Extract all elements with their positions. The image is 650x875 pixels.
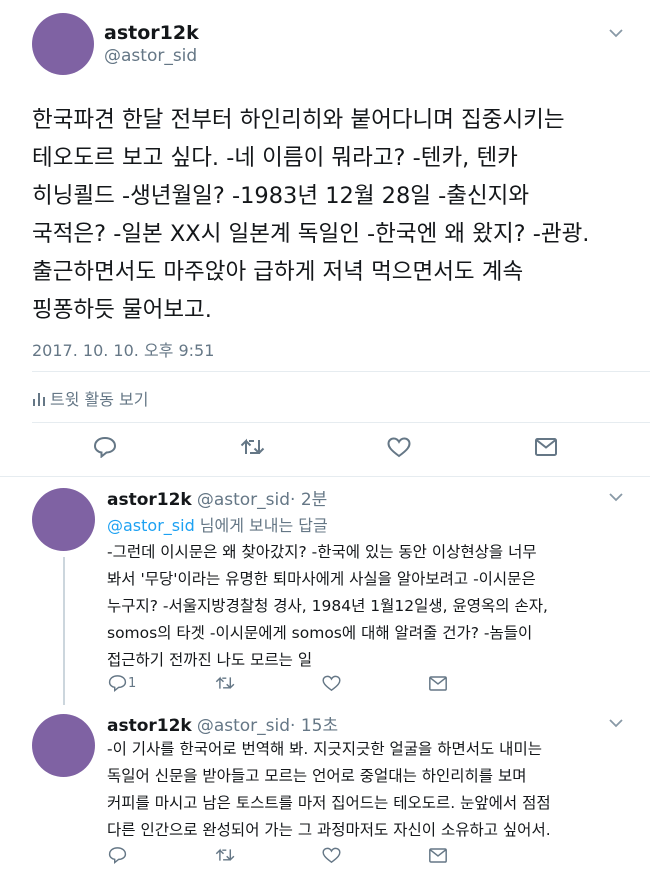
reply-text: -이 기사를 한국어로 번역해 봐. 지긋지긋한 얼굴을 하면서도 내미는 독일…: [107, 740, 551, 839]
divider: [0, 476, 650, 477]
reply-header: astor12k @astor_sid· 2분: [107, 485, 327, 510]
thread-connector: [63, 557, 65, 705]
main-avatar[interactable]: [32, 13, 94, 75]
like-icon: [387, 437, 411, 458]
message-icon: [429, 848, 447, 863]
activity-label: 트윗 활동 보기: [50, 390, 149, 409]
reply-icon: [108, 847, 127, 865]
reply-button[interactable]: [108, 846, 127, 868]
message-icon: [535, 438, 557, 456]
reply-author-name[interactable]: astor12k: [107, 490, 192, 510]
reply-time[interactable]: · 15초: [290, 716, 338, 736]
retweet-icon: [215, 848, 235, 861]
direct-message-button[interactable]: [535, 438, 557, 460]
tweet-timestamp[interactable]: 2017. 10. 10. 오후 9:51: [32, 337, 214, 361]
reply-avatar[interactable]: [32, 714, 95, 777]
main-author-handle[interactable]: @astor_sid: [104, 46, 197, 66]
reply-author-handle[interactable]: @astor_sid: [197, 716, 290, 736]
tweet-activity-link[interactable]: 트윗 활동 보기: [32, 386, 149, 410]
divider: [32, 371, 650, 372]
reply-to-suffix: 님에게 보내는 답글: [194, 516, 328, 535]
like-icon: [322, 675, 341, 692]
reply-author-handle[interactable]: @astor_sid: [197, 490, 290, 510]
replying-to: @astor_sid 님에게 보내는 답글: [107, 512, 328, 536]
reply-button[interactable]: [93, 436, 117, 462]
direct-message-button[interactable]: [429, 848, 447, 867]
reply-avatar[interactable]: [32, 488, 95, 551]
reply-author-name[interactable]: astor12k: [107, 716, 192, 736]
reply-time[interactable]: · 2분: [290, 490, 327, 510]
reply-button[interactable]: [108, 674, 127, 696]
like-icon: [322, 847, 341, 864]
chevron-down-icon[interactable]: [609, 490, 623, 506]
like-button[interactable]: [387, 437, 411, 462]
chevron-down-icon[interactable]: [609, 26, 623, 42]
activity-chart-icon: [32, 392, 46, 406]
reply-header: astor12k @astor_sid· 15초: [107, 711, 338, 736]
reply-to-handle-link[interactable]: @astor_sid: [107, 516, 195, 535]
reply-text: -그런데 이시문은 왜 찾아갔지? -한국에 있는 동안 이상현상을 너무 봐서…: [107, 543, 548, 669]
chevron-down-icon[interactable]: [609, 716, 623, 732]
retweet-button[interactable]: [215, 675, 236, 695]
main-author-name[interactable]: astor12k: [104, 22, 199, 44]
retweet-button[interactable]: [215, 847, 236, 867]
retweet-button[interactable]: [240, 437, 266, 461]
like-button[interactable]: [322, 675, 341, 696]
retweet-icon: [240, 438, 265, 454]
reply-icon: [93, 436, 117, 459]
divider: [32, 422, 650, 423]
direct-message-button[interactable]: [429, 676, 447, 695]
like-button[interactable]: [322, 847, 341, 868]
retweet-icon: [215, 676, 235, 689]
message-icon: [429, 676, 447, 691]
reply-icon: [108, 675, 127, 693]
main-tweet-text: 한국파견 한달 전부터 하인리히와 붙어다니며 집중시키는 테오도르 보고 싶다…: [32, 107, 590, 323]
reply-count: 1: [128, 676, 137, 691]
